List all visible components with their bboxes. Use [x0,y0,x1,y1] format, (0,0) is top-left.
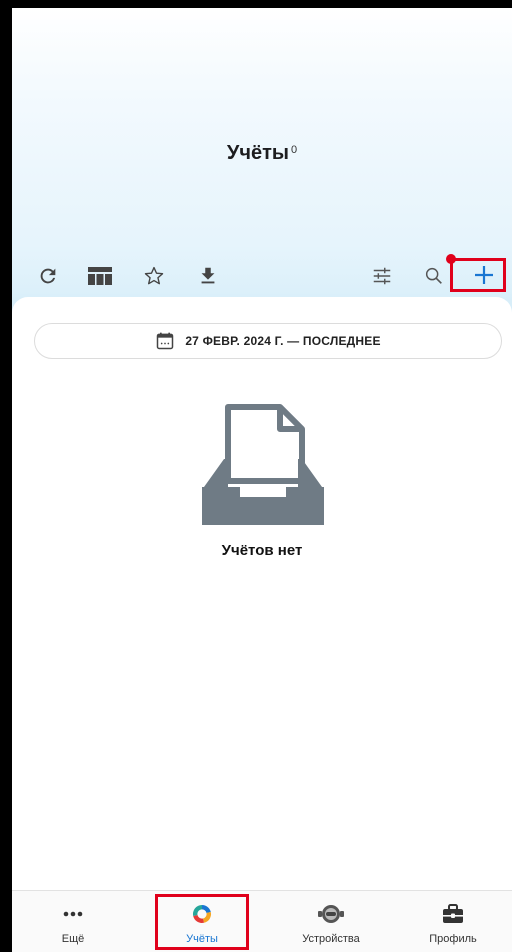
active-tab-highlight [155,894,249,950]
date-range-selector[interactable]: 27 ФЕВР. 2024 Г. — ПОСЛЕДНЕЕ [34,323,502,359]
device-icon [317,901,345,927]
search-icon [425,267,442,284]
table-view-button[interactable] [86,262,114,290]
app-screen: Учёты 0 27 ФЕВР. 2024 Г. — ПОСЛЕДНЕЕ Учё… [12,8,512,952]
bottom-navigation: Ещё Учёты Устройства Профиль [12,890,512,952]
more-icon [62,901,84,927]
filter-sliders-icon [373,267,391,285]
download-button[interactable] [194,262,222,290]
table-icon [88,267,112,285]
nav-item-profile[interactable]: Профиль [398,891,508,952]
plus-icon [475,266,493,284]
page-title: Учёты [226,142,289,164]
download-icon [201,267,215,284]
nav-item-more[interactable]: Ещё [18,891,128,952]
empty-state-message: Учётов нет [221,542,303,559]
nav-label-devices: Устройства [302,933,360,945]
nav-item-devices[interactable]: Устройства [276,891,386,952]
toolbar [12,254,512,296]
title-count-badge: 0 [290,143,298,156]
add-record-button[interactable] [450,258,506,292]
favorites-button[interactable] [140,262,168,290]
refresh-icon [40,268,56,284]
empty-inbox-icon [198,397,328,532]
page-header: Учёты 0 [12,142,512,165]
calendar-icon [157,332,174,350]
date-range-label: 27 ФЕВР. 2024 Г. — ПОСЛЕДНЕЕ [185,334,381,348]
filter-button[interactable] [368,262,396,290]
nav-label-more: Ещё [61,933,85,945]
refresh-button[interactable] [34,262,62,290]
search-button[interactable] [420,262,448,290]
nav-label-profile: Профиль [429,933,477,945]
star-icon [144,266,164,285]
briefcase-icon [441,901,465,927]
content-panel: 27 ФЕВР. 2024 Г. — ПОСЛЕДНЕЕ Учётов нет [12,297,512,937]
